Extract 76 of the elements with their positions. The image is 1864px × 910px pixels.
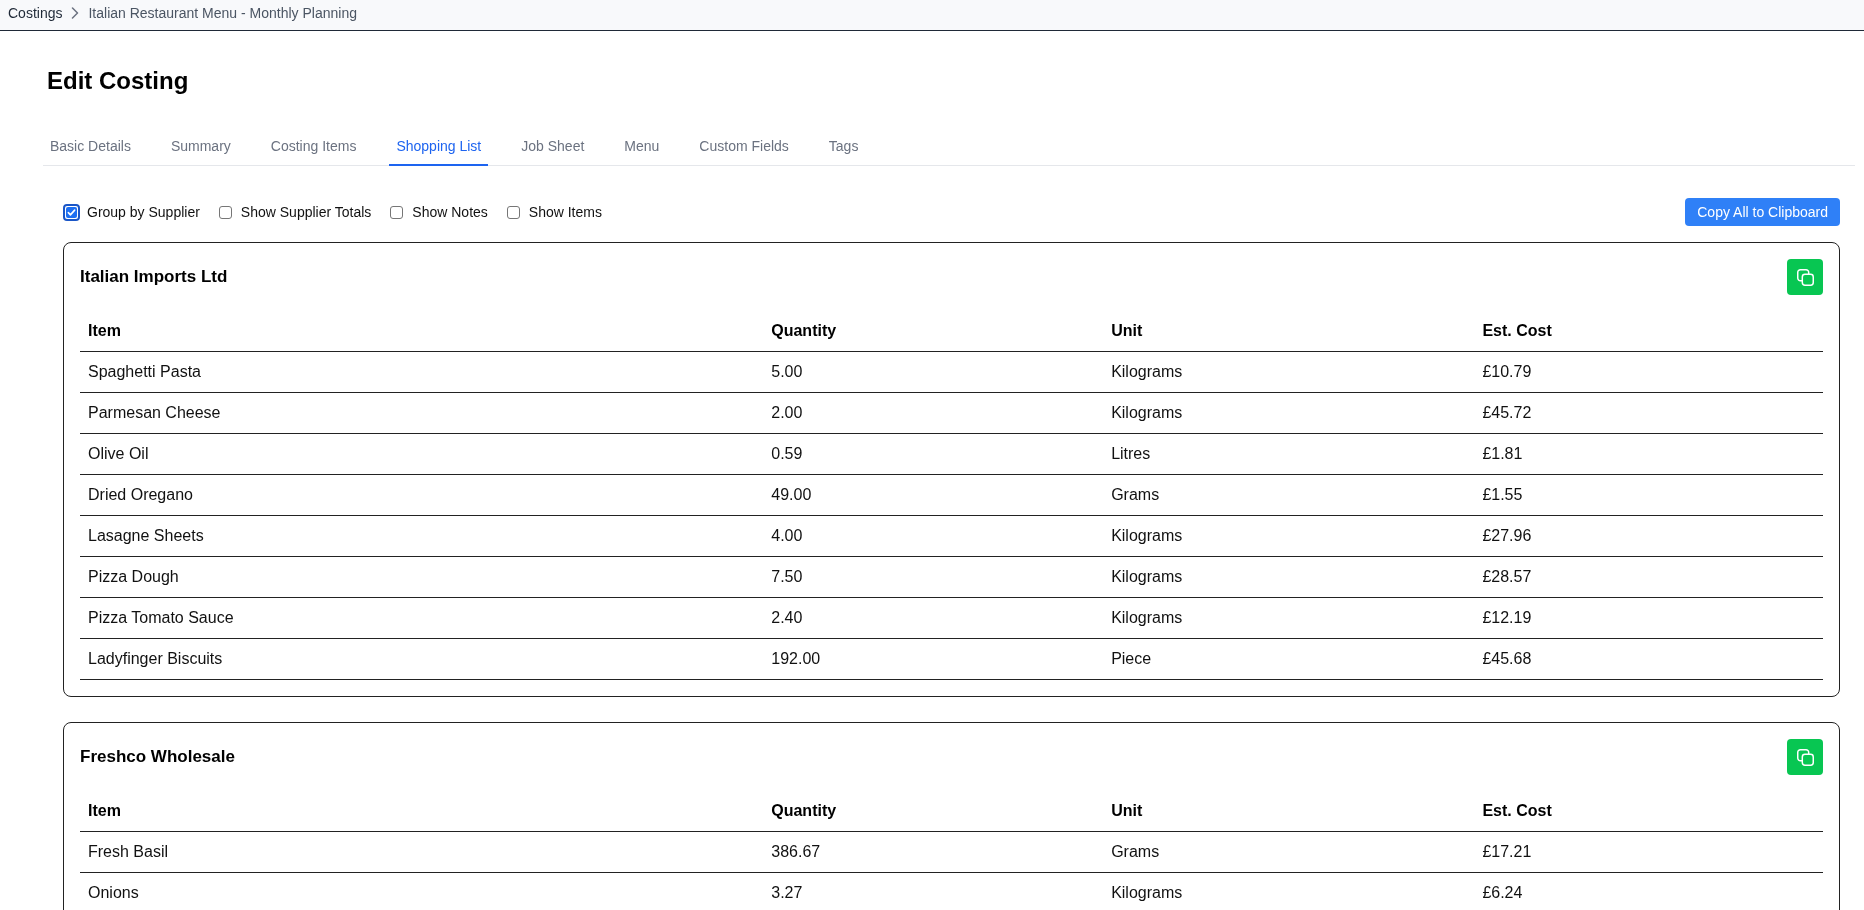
checkbox[interactable]	[506, 205, 520, 219]
table-cell: Onions	[80, 872, 764, 910]
table-cell: Dried Oregano	[80, 474, 764, 516]
tab[interactable]: Tags	[821, 128, 866, 166]
tab[interactable]: Summary	[163, 128, 238, 166]
checkbox-label[interactable]: Show Items	[528, 204, 602, 220]
table-cell: 7.50	[763, 556, 1104, 598]
copy-all-button[interactable]: Copy All to Clipboard	[1685, 198, 1840, 226]
table-cell: 2.40	[763, 597, 1104, 639]
table-cell: £45.68	[1474, 638, 1823, 680]
table-cell: Kilograms	[1103, 556, 1475, 598]
table-cell: Parmesan Cheese	[80, 392, 764, 434]
table-cell: Grams	[1103, 831, 1475, 873]
table-cell: 5.00	[763, 351, 1104, 393]
chevron-icon	[71, 6, 80, 19]
table-cell: Kilograms	[1103, 515, 1475, 557]
table-cell: 3.27	[763, 872, 1104, 910]
table-cell: Ladyfinger Biscuits	[80, 638, 764, 680]
table-cell: 2.00	[763, 392, 1104, 434]
table-cell: £1.81	[1474, 433, 1823, 475]
table-cell: 0.59	[763, 433, 1104, 475]
table-cell: £28.57	[1474, 556, 1823, 598]
table-cell: £27.96	[1474, 515, 1823, 557]
supplier-name: Italian Imports Ltd	[80, 267, 228, 287]
table-cell: Litres	[1103, 433, 1475, 475]
checkbox-label[interactable]: Group by Supplier	[87, 204, 200, 220]
copy-button[interactable]	[1787, 739, 1823, 775]
tab[interactable]: Job Sheet	[514, 128, 592, 166]
column-header: Unit	[1103, 791, 1475, 832]
column-header: Unit	[1103, 311, 1475, 352]
column-header: Item	[80, 311, 764, 352]
table-cell: Spaghetti Pasta	[80, 351, 764, 393]
table-cell: Kilograms	[1103, 872, 1475, 910]
copy-icon	[1796, 748, 1814, 766]
column-header: Est. Cost	[1474, 791, 1823, 832]
table-cell: £45.72	[1474, 392, 1823, 434]
tab[interactable]: Custom Fields	[692, 128, 796, 166]
table-cell: Pizza Tomato Sauce	[80, 597, 764, 639]
table-cell: £10.79	[1474, 351, 1823, 393]
table-cell: Grams	[1103, 474, 1475, 516]
tab[interactable]: Menu	[617, 128, 667, 166]
table-cell: £1.55	[1474, 474, 1823, 516]
supplier-name: Freshco Wholesale	[80, 747, 235, 767]
table-cell: £6.24	[1474, 872, 1823, 910]
table-cell: Kilograms	[1103, 597, 1475, 639]
table-cell: Pizza Dough	[80, 556, 764, 598]
table-cell: Lasagne Sheets	[80, 515, 764, 557]
tab[interactable]: Costing Items	[263, 128, 364, 166]
checkbox-label[interactable]: Show Supplier Totals	[240, 204, 372, 220]
table-cell: 49.00	[763, 474, 1104, 516]
column-header: Item	[80, 791, 764, 832]
table-cell: Olive Oil	[80, 433, 764, 475]
copy-button[interactable]	[1787, 259, 1823, 295]
column-header: Est. Cost	[1474, 311, 1823, 352]
table-cell: 386.67	[763, 831, 1104, 873]
breadcrumb-current: Italian Restaurant Menu - Monthly Planning	[88, 4, 357, 21]
column-header: Quantity	[763, 791, 1104, 832]
tab[interactable]: Basic Details	[43, 128, 138, 166]
tab[interactable]: Shopping List	[389, 128, 489, 166]
copy-icon	[1796, 268, 1814, 286]
column-header: Quantity	[763, 311, 1104, 352]
page-title: Edit Costing	[47, 66, 190, 95]
check-icon	[67, 207, 76, 217]
table-cell: 192.00	[763, 638, 1104, 680]
table-cell: Kilograms	[1103, 351, 1475, 393]
table-cell: Piece	[1103, 638, 1475, 680]
breadcrumb-link[interactable]: Costings	[8, 4, 63, 21]
table-cell: Kilograms	[1103, 392, 1475, 434]
checkbox[interactable]	[218, 205, 232, 219]
table-cell: £12.19	[1474, 597, 1823, 639]
checkbox[interactable]	[63, 203, 80, 221]
checkbox-label[interactable]: Show Notes	[412, 204, 488, 220]
checkbox[interactable]	[390, 205, 404, 219]
table-cell: Fresh Basil	[80, 831, 764, 873]
table-cell: £17.21	[1474, 831, 1823, 873]
table-cell: 4.00	[763, 515, 1104, 557]
